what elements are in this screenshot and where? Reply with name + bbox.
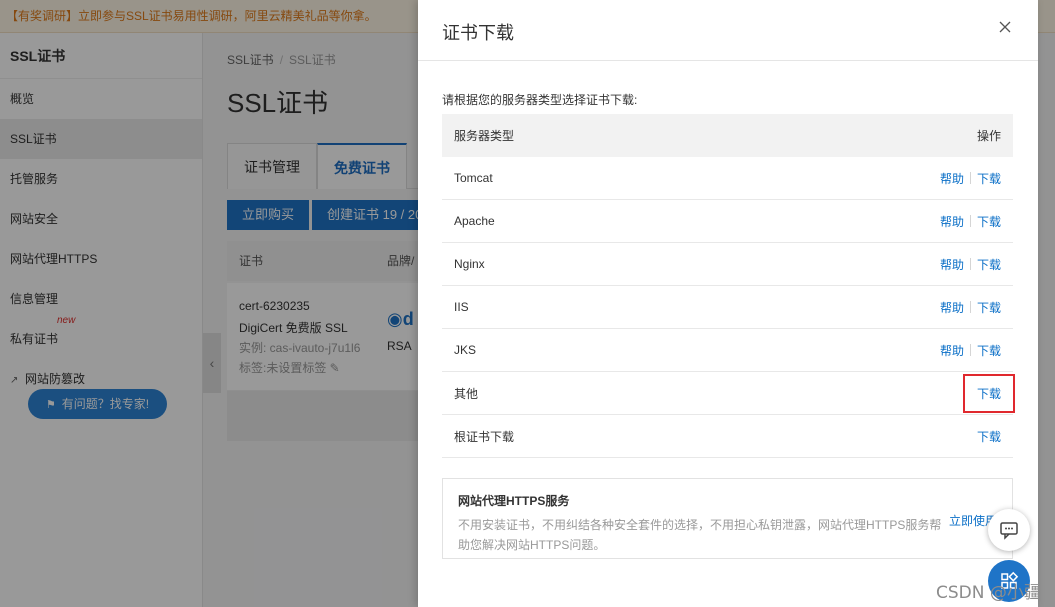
close-icon [999,21,1011,33]
row-actions: 帮助 下载 [940,213,1001,230]
row-actions: 下载 [977,428,1001,445]
row-actions: 帮助 下载 [940,342,1001,359]
server-type-nginx: Nginx [454,257,485,271]
row-actions: 帮助 下载 [940,170,1001,187]
server-type-iis: IIS [454,300,469,314]
action-divider [969,172,971,184]
help-link[interactable]: 帮助 [940,170,964,187]
action-divider [969,215,971,227]
server-type-jks: JKS [454,343,477,357]
download-link-iis[interactable]: 下载 [977,299,1001,316]
server-type-table: 服务器类型 操作 Tomcat 帮助 下载 Apache 帮助 下载 Nginx 帮… [442,114,1016,458]
action-divider [969,258,971,270]
help-link[interactable]: 帮助 [940,213,964,230]
table-row: JKS 帮助 下载 [442,329,1013,372]
action-divider [969,344,971,356]
table-row: Nginx 帮助 下载 [442,243,1013,286]
download-intro: 请根据您的服务器类型选择证书下载: [442,93,638,107]
column-header-action: 操作 [976,129,1001,143]
server-type-other: 其他 [454,386,479,401]
csdn-watermark: CSDN @小疆 [936,583,1041,603]
action-divider [969,301,971,313]
chat-float-button[interactable] [988,509,1030,551]
row-actions: 帮助 下载 [940,299,1001,316]
help-link[interactable]: 帮助 [940,299,964,316]
drawer-header: 证书下载 [418,0,1038,61]
download-link-root-cert[interactable]: 下载 [977,428,1001,445]
cert-download-drawer: 证书下载 请根据您的服务器类型选择证书下载: 服务器类型 操作 Tomcat 帮… [418,0,1038,607]
row-actions: 帮助 下载 [940,256,1001,273]
server-type-apache: Apache [454,214,495,228]
table-row: Apache 帮助 下载 [442,200,1013,243]
table-row: 根证书下载 下载 [442,415,1013,458]
chat-icon [1000,522,1018,540]
row-actions: 下载 [962,373,1016,413]
column-header-server-type: 服务器类型 [454,129,515,143]
server-type-tomcat: Tomcat [454,171,493,185]
table-row: 其他 下载 [442,372,1016,415]
proxy-promo-desc: 不用安装证书，不用纠结各种安全套件的选择，不用担心私钥泄露，网站代理HTTPS服… [458,518,942,552]
table-row: Tomcat 帮助 下载 [442,157,1013,200]
help-link[interactable]: 帮助 [940,342,964,359]
download-link-apache[interactable]: 下载 [977,213,1001,230]
download-link-tomcat[interactable]: 下载 [977,170,1001,187]
drawer-title: 证书下载 [442,23,514,43]
proxy-https-promo: 网站代理HTTPS服务 不用安装证书，不用纠结各种安全套件的选择，不用担心私钥泄… [442,478,1013,559]
server-type-root-cert: 根证书下载 [454,429,515,444]
proxy-promo-title: 网站代理HTTPS服务 [458,494,570,508]
help-link[interactable]: 帮助 [940,256,964,273]
close-button[interactable] [998,20,1012,34]
download-link-jks[interactable]: 下载 [977,342,1001,359]
download-link-other[interactable]: 下载 [962,373,1016,413]
table-row: IIS 帮助 下载 [442,286,1013,329]
download-link-nginx[interactable]: 下载 [977,256,1001,273]
server-table-header: 服务器类型 操作 [442,114,1013,157]
